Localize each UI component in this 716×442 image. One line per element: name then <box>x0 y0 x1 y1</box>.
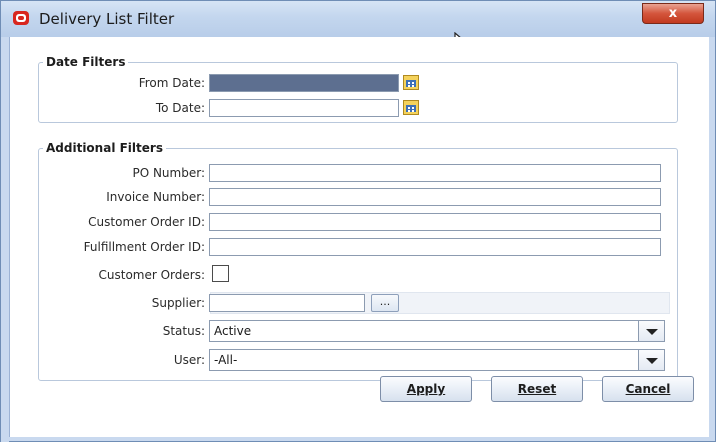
additional-filters-legend: Additional Filters <box>46 141 163 155</box>
to-date-input[interactable] <box>209 99 399 117</box>
customer-orders-label: Customer Orders: <box>98 268 206 282</box>
chevron-down-icon[interactable] <box>638 350 664 370</box>
user-select[interactable]: -All- <box>209 349 665 371</box>
invoice-number-label: Invoice Number: <box>106 190 205 204</box>
user-label: User: <box>173 353 205 367</box>
user-value: -All- <box>214 353 238 367</box>
fulfillment-order-id-label: Fulfillment Order ID: <box>83 240 205 254</box>
from-date-input[interactable] <box>209 74 399 92</box>
left-border <box>1 37 9 442</box>
po-number-label: PO Number: <box>132 166 205 180</box>
dialog-window: Delivery List Filter x Date Filters From… <box>0 0 716 442</box>
oracle-icon <box>13 11 29 25</box>
customer-order-id-input[interactable] <box>209 213 661 231</box>
calendar-icon[interactable] <box>403 100 419 115</box>
reset-button[interactable]: Reset <box>491 376 583 402</box>
status-value: Active <box>214 324 252 338</box>
status-select[interactable]: Active <box>209 320 665 342</box>
customer-order-id-label: Customer Order ID: <box>88 215 205 229</box>
supplier-input[interactable] <box>209 294 365 312</box>
invoice-number-input[interactable] <box>209 188 661 206</box>
supplier-label: Supplier: <box>151 296 205 310</box>
chevron-down-icon[interactable] <box>638 321 664 341</box>
customer-orders-checkbox[interactable] <box>212 265 229 282</box>
po-number-input[interactable] <box>209 164 661 182</box>
date-filters-legend: Date Filters <box>46 55 126 69</box>
cancel-button[interactable]: Cancel <box>602 376 694 402</box>
window-title: Delivery List Filter <box>39 10 175 28</box>
to-date-label: To Date: <box>155 101 205 115</box>
close-button[interactable]: x <box>642 3 704 24</box>
supplier-lookup-button[interactable]: ... <box>371 294 399 312</box>
from-date-label: From Date: <box>138 76 205 90</box>
calendar-icon[interactable] <box>403 75 419 90</box>
status-label: Status: <box>162 324 205 338</box>
apply-button[interactable]: Apply <box>380 376 472 402</box>
fulfillment-order-id-input[interactable] <box>209 238 661 256</box>
title-bar[interactable]: Delivery List Filter x <box>1 1 715 37</box>
